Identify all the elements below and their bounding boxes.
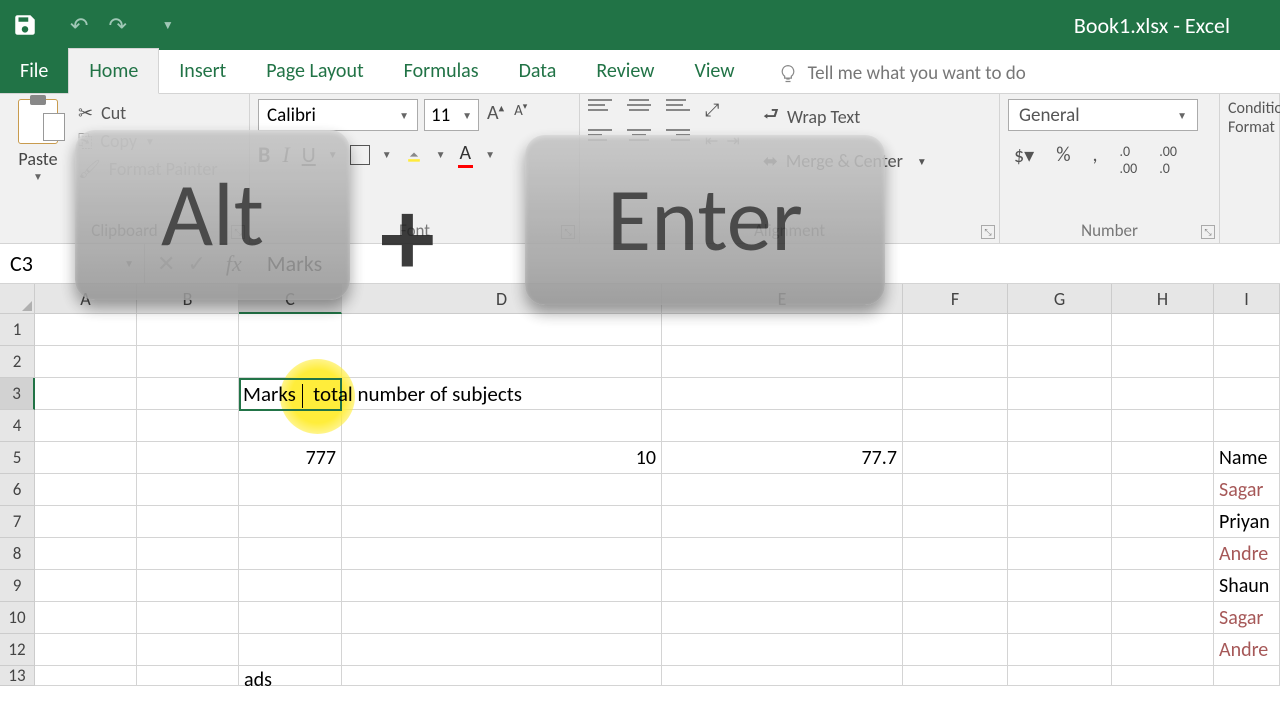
- ribbon-tabs: File Home Insert Page Layout Formulas Da…: [0, 50, 1280, 94]
- plus-overlay: +: [380, 170, 435, 305]
- row-header-12[interactable]: 12: [0, 634, 35, 666]
- row-header-10[interactable]: 10: [0, 602, 35, 634]
- key-enter-overlay: Enter: [525, 135, 885, 305]
- table-row: 2: [0, 346, 1280, 378]
- paste-icon: [18, 99, 58, 144]
- tab-file[interactable]: File: [0, 49, 68, 93]
- wrap-icon: ⮐: [763, 102, 779, 132]
- paste-button[interactable]: Paste ▼: [8, 99, 68, 183]
- cell-e5[interactable]: 77.7: [662, 442, 903, 474]
- row-header-8[interactable]: 8: [0, 538, 35, 570]
- cell-c13[interactable]: ads: [239, 666, 342, 686]
- cell-i8[interactable]: Andre: [1214, 538, 1280, 570]
- table-row: 5 7771077.7 Name: [0, 442, 1280, 474]
- increase-font-icon[interactable]: A▴: [485, 99, 506, 131]
- row-header-9[interactable]: 9: [0, 570, 35, 602]
- number-launcher[interactable]: ⤡: [1201, 225, 1215, 239]
- font-color-button[interactable]: A: [458, 141, 474, 168]
- wrap-text-button[interactable]: ⮐Wrap Text: [760, 99, 930, 135]
- row-header-5[interactable]: 5: [0, 442, 35, 474]
- tell-me-label: Tell me what you want to do: [808, 62, 1026, 85]
- table-row: 3: [0, 378, 1280, 410]
- conditional-format-button[interactable]: Conditional Format: [1228, 99, 1271, 137]
- cell-i10[interactable]: Sagar: [1214, 602, 1280, 634]
- tab-data[interactable]: Data: [499, 49, 577, 93]
- tab-insert[interactable]: Insert: [159, 49, 246, 93]
- row-header-2[interactable]: 2: [0, 346, 35, 378]
- table-row: 9 Shaun: [0, 570, 1280, 602]
- row-header-13[interactable]: 13: [0, 666, 35, 686]
- fill-color-button[interactable]: [404, 145, 424, 165]
- tell-me-search[interactable]: Tell me what you want to do: [770, 54, 1034, 93]
- redo-icon[interactable]: ↷: [108, 12, 126, 39]
- quick-access-toolbar: ↶ ↷ ▼: [70, 12, 174, 39]
- row-header-7[interactable]: 7: [0, 506, 35, 538]
- editing-cell-text: Marks total number of subjects: [243, 378, 522, 411]
- row-header-6[interactable]: 6: [0, 474, 35, 506]
- cell-i6[interactable]: Sagar: [1214, 474, 1280, 506]
- cell-d5[interactable]: 10: [342, 442, 662, 474]
- select-all-corner[interactable]: [0, 284, 35, 314]
- table-row: 4: [0, 410, 1280, 442]
- alignment-launcher[interactable]: ⤡: [981, 225, 995, 239]
- undo-icon[interactable]: ↶: [70, 12, 88, 39]
- col-header-h[interactable]: H: [1112, 284, 1214, 314]
- cut-button[interactable]: ✂Cut: [75, 99, 221, 127]
- app-title: Book1.xlsx - Excel: [1074, 12, 1230, 39]
- table-row: 13 ads: [0, 666, 1280, 686]
- table-row: 12 Andre: [0, 634, 1280, 666]
- tab-page-layout[interactable]: Page Layout: [246, 49, 383, 93]
- table-row: 6 Sagar: [0, 474, 1280, 506]
- row-header-3[interactable]: 3: [0, 378, 35, 410]
- group-number: General▼ $▾ % , .0.00 .00.0 Number ⤡: [1000, 94, 1220, 243]
- font-size-select[interactable]: 11▼: [424, 99, 479, 131]
- cell-i7[interactable]: Priyan: [1214, 506, 1280, 538]
- cell-i12[interactable]: Andre: [1214, 634, 1280, 666]
- cell-i9[interactable]: Shaun: [1214, 570, 1280, 602]
- tab-review[interactable]: Review: [576, 49, 674, 93]
- tab-formulas[interactable]: Formulas: [384, 49, 499, 93]
- title-bar: ↶ ↷ ▼ Book1.xlsx - Excel: [0, 0, 1280, 50]
- col-header-i[interactable]: I: [1214, 284, 1280, 314]
- cell-i5[interactable]: Name: [1214, 442, 1280, 474]
- align-middle-icon[interactable]: [627, 99, 651, 119]
- qat-dropdown-icon[interactable]: ▼: [162, 18, 174, 33]
- font-name-select[interactable]: Calibri▼: [258, 99, 418, 131]
- comma-format-icon[interactable]: ,: [1086, 141, 1103, 179]
- bulb-icon: [778, 64, 798, 84]
- percent-format-icon[interactable]: %: [1050, 141, 1076, 179]
- save-icon[interactable]: [10, 10, 40, 40]
- table-row: 1: [0, 314, 1280, 346]
- accounting-format-icon[interactable]: $▾: [1008, 141, 1040, 179]
- tab-view[interactable]: View: [674, 49, 754, 93]
- col-header-f[interactable]: F: [903, 284, 1008, 314]
- increase-decimal-icon[interactable]: .0.00: [1113, 141, 1143, 179]
- border-button[interactable]: [350, 145, 370, 165]
- orientation-icon[interactable]: ⤢: [705, 99, 740, 121]
- align-top-icon[interactable]: [588, 99, 612, 119]
- number-format-select[interactable]: General▼: [1008, 99, 1198, 131]
- row-header-1[interactable]: 1: [0, 314, 35, 346]
- number-label: Number: [1081, 220, 1138, 241]
- table-row: 7 Priyan: [0, 506, 1280, 538]
- spreadsheet-grid: A B C D E F G H I 1 2 3 4 5 7771077.7Nam…: [0, 284, 1280, 686]
- key-alt-overlay: Alt: [75, 130, 350, 300]
- decrease-font-icon[interactable]: A▾: [512, 99, 529, 131]
- group-styles-partial: Conditional Format: [1220, 94, 1280, 243]
- cell-c5[interactable]: 777: [239, 442, 342, 474]
- tab-home[interactable]: Home: [68, 48, 159, 94]
- row-header-4[interactable]: 4: [0, 410, 35, 442]
- decrease-decimal-icon[interactable]: .00.0: [1153, 141, 1183, 179]
- table-row: 10 Sagar: [0, 602, 1280, 634]
- align-bottom-icon[interactable]: [666, 99, 690, 119]
- table-row: 8 Andre: [0, 538, 1280, 570]
- scissors-icon: ✂: [78, 102, 93, 124]
- col-header-g[interactable]: G: [1008, 284, 1112, 314]
